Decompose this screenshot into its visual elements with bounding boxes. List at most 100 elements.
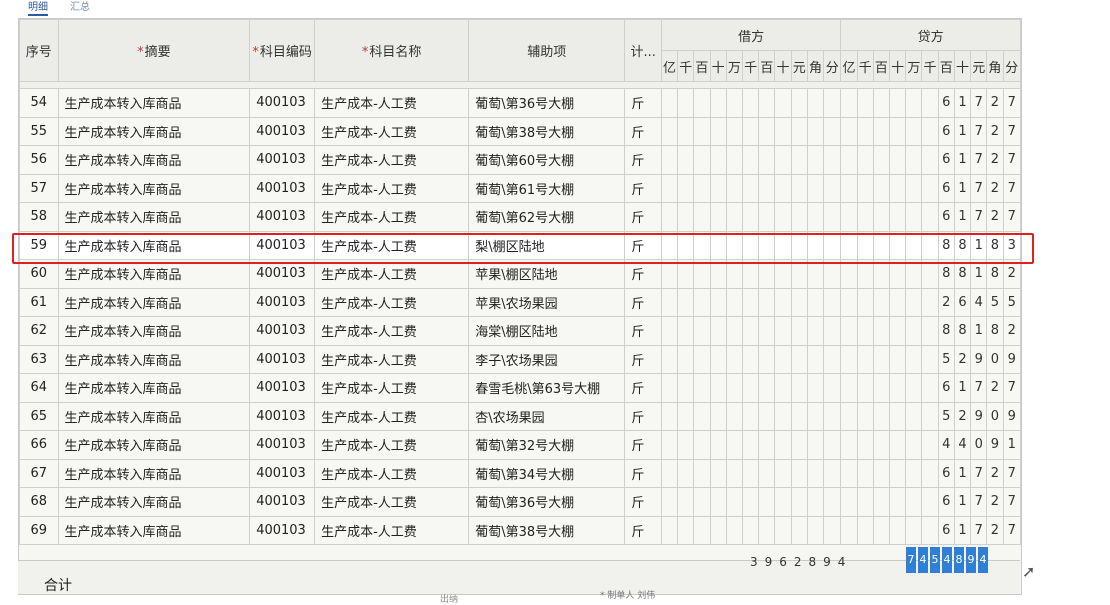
row-seq[interactable]: 69 xyxy=(19,515,59,545)
debit-digit-cell[interactable] xyxy=(806,316,825,346)
row-summary[interactable]: 生产成本转入库商品 xyxy=(57,458,251,488)
credit-digit-cell[interactable] xyxy=(888,487,907,517)
debit-digit-cell[interactable] xyxy=(693,373,711,403)
credit-digit-cell[interactable]: 9 xyxy=(970,344,988,374)
credit-digit-cell[interactable]: 2 xyxy=(986,515,1004,545)
credit-digit-cell[interactable] xyxy=(856,515,874,545)
row-unit[interactable]: 斤 xyxy=(624,259,662,289)
row-account-name[interactable]: 生产成本-人工费 xyxy=(314,344,470,374)
debit-digit-cell[interactable] xyxy=(758,287,776,317)
row-summary[interactable]: 生产成本转入库商品 xyxy=(57,316,251,346)
credit-digit-cell[interactable]: 7 xyxy=(970,515,988,545)
credit-digit-cell[interactable]: 5 xyxy=(986,287,1004,317)
row-account-code[interactable]: 400103 xyxy=(249,458,316,488)
row-unit[interactable]: 斤 xyxy=(624,344,662,374)
row-unit[interactable]: 斤 xyxy=(624,116,662,146)
debit-digit-cell[interactable] xyxy=(693,116,711,146)
credit-digit-cell[interactable] xyxy=(840,344,858,374)
credit-digit-cell[interactable]: 2 xyxy=(986,88,1004,118)
debit-digit-cell[interactable] xyxy=(677,430,695,460)
credit-digit-cell[interactable]: 1 xyxy=(953,458,972,488)
debit-digit-cell[interactable] xyxy=(709,373,727,403)
debit-digit-cell[interactable] xyxy=(774,145,792,175)
credit-digit-cell[interactable] xyxy=(905,116,923,146)
row-account-name[interactable]: 生产成本-人工费 xyxy=(314,401,470,431)
debit-digit-cell[interactable] xyxy=(790,344,808,374)
credit-digit-cell[interactable]: 7 xyxy=(1002,487,1022,517)
credit-digit-cell[interactable]: 8 xyxy=(986,316,1004,346)
debit-digit-cell[interactable] xyxy=(709,88,727,118)
row-auxiliary[interactable]: 葡萄\第60号大棚 xyxy=(468,145,626,175)
credit-digit-cell[interactable] xyxy=(872,401,891,431)
row-account-code[interactable]: 400103 xyxy=(249,401,316,431)
credit-digit-cell[interactable] xyxy=(872,230,891,260)
credit-digit-cell[interactable]: 7 xyxy=(970,487,988,517)
debit-digit-cell[interactable] xyxy=(774,430,792,460)
row-account-code[interactable]: 400103 xyxy=(249,287,316,317)
row-auxiliary[interactable]: 葡萄\第36号大棚 xyxy=(468,88,626,118)
debit-digit-cell[interactable] xyxy=(774,202,792,232)
debit-digit-cell[interactable] xyxy=(660,287,679,317)
credit-digit-cell[interactable] xyxy=(872,487,891,517)
table-row[interactable]: 55 生产成本转入库商品 400103 生产成本-人工费 葡萄\第38号大棚斤 6 1 7 2 7 xyxy=(19,116,1022,146)
credit-digit-cell[interactable] xyxy=(872,316,891,346)
credit-digit-cell[interactable]: 7 xyxy=(970,145,988,175)
row-account-name[interactable]: 生产成本-人工费 xyxy=(314,230,470,260)
debit-digit-cell[interactable] xyxy=(725,401,743,431)
debit-digit-cell[interactable] xyxy=(741,373,760,403)
credit-digit-cell[interactable] xyxy=(840,458,858,488)
debit-digit-cell[interactable] xyxy=(774,458,792,488)
debit-digit-cell[interactable] xyxy=(693,430,711,460)
credit-digit-cell[interactable] xyxy=(888,287,907,317)
row-auxiliary[interactable]: 葡萄\第36号大棚 xyxy=(468,487,626,517)
debit-digit-cell[interactable] xyxy=(806,259,825,289)
debit-digit-cell[interactable] xyxy=(758,88,776,118)
tab-detail[interactable]: 明细 xyxy=(28,0,48,16)
row-summary[interactable]: 生产成本转入库商品 xyxy=(57,230,251,260)
debit-digit-cell[interactable] xyxy=(725,515,743,545)
debit-digit-cell[interactable] xyxy=(823,430,842,460)
debit-digit-cell[interactable] xyxy=(806,202,825,232)
debit-digit-cell[interactable] xyxy=(725,116,743,146)
row-summary[interactable]: 生产成本转入库商品 xyxy=(57,259,251,289)
credit-digit-cell[interactable] xyxy=(872,259,891,289)
credit-digit-cell[interactable]: 1 xyxy=(970,316,988,346)
row-seq[interactable]: 68 xyxy=(19,487,59,517)
debit-digit-cell[interactable] xyxy=(741,316,760,346)
row-account-code[interactable]: 400103 xyxy=(249,430,316,460)
debit-digit-cell[interactable] xyxy=(725,344,743,374)
debit-digit-cell[interactable] xyxy=(774,487,792,517)
row-auxiliary[interactable]: 葡萄\第34号大棚 xyxy=(468,458,626,488)
credit-digit-cell[interactable] xyxy=(888,430,907,460)
credit-digit-cell[interactable]: 6 xyxy=(937,487,955,517)
debit-digit-cell[interactable] xyxy=(660,259,679,289)
credit-digit-cell[interactable] xyxy=(856,145,874,175)
credit-digit-cell[interactable] xyxy=(905,259,923,289)
debit-digit-cell[interactable] xyxy=(741,116,760,146)
debit-digit-cell[interactable] xyxy=(693,401,711,431)
credit-digit-cell[interactable] xyxy=(840,430,858,460)
credit-digit-cell[interactable] xyxy=(888,316,907,346)
debit-digit-cell[interactable] xyxy=(677,344,695,374)
credit-digit-cell[interactable]: 1 xyxy=(953,373,972,403)
row-account-code[interactable]: 400103 xyxy=(249,515,316,545)
credit-digit-cell[interactable] xyxy=(872,202,891,232)
credit-digit-cell[interactable]: 6 xyxy=(937,515,955,545)
row-seq[interactable]: 54 xyxy=(19,88,59,118)
credit-digit-cell[interactable]: 5 xyxy=(937,401,955,431)
row-seq[interactable]: 65 xyxy=(19,401,59,431)
credit-digit-cell[interactable]: 2 xyxy=(1002,259,1022,289)
row-auxiliary[interactable]: 梨\棚区陆地 xyxy=(468,230,626,260)
debit-digit-cell[interactable] xyxy=(709,202,727,232)
debit-digit-cell[interactable] xyxy=(823,88,842,118)
credit-digit-cell[interactable] xyxy=(840,88,858,118)
credit-digit-cell[interactable] xyxy=(921,458,939,488)
credit-digit-cell[interactable]: 6 xyxy=(953,287,972,317)
debit-digit-cell[interactable] xyxy=(774,116,792,146)
row-account-name[interactable]: 生产成本-人工费 xyxy=(314,259,470,289)
row-account-code[interactable]: 400103 xyxy=(249,145,316,175)
credit-digit-cell[interactable]: 2 xyxy=(986,173,1004,203)
credit-digit-cell[interactable] xyxy=(921,316,939,346)
row-account-name[interactable]: 生产成本-人工费 xyxy=(314,373,470,403)
debit-digit-cell[interactable] xyxy=(660,487,679,517)
